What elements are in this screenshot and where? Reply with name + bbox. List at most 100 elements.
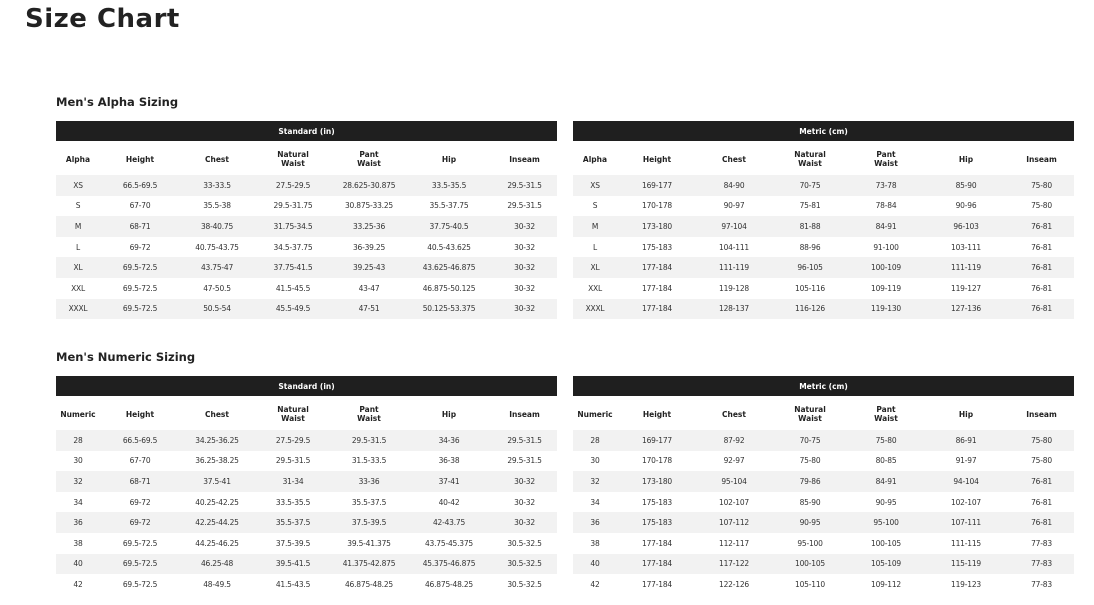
table-caption: Standard (in) (56, 376, 558, 396)
table-row: 28 169-177 87-92 70-75 75-80 86-91 75-80 (573, 430, 1075, 451)
table-cell: 42 (56, 574, 100, 595)
alpha-metric-table: Metric (cm) Alpha Height Chest Natural Waist P… (573, 121, 1075, 320)
table-cell: 43.75-45.375 (406, 532, 492, 554)
table-cell: 40.25-42.25 (180, 491, 254, 513)
table-cell: 44.25-46.25 (180, 532, 254, 554)
table-cell: 68-71 (100, 471, 180, 492)
table-cell: 35.5-38 (180, 195, 254, 217)
table-cell: 70-75 (771, 430, 849, 451)
table-cell: 29.5-31.5 (492, 195, 558, 217)
table-row: L 69-72 40.75-43.75 34.5-37.75 36-39.25 40.5-… (56, 236, 558, 258)
column-header: Height (125, 154, 155, 164)
table-cell: 95-100 (849, 512, 923, 533)
table-cell: 169-177 (617, 430, 697, 451)
table-cell: 43-47 (332, 277, 406, 299)
table-cell: 66.5-69.5 (100, 175, 180, 196)
table-cell: 169-177 (617, 175, 697, 196)
table-cell: 88-96 (771, 236, 849, 258)
table-cell: 36-38 (406, 450, 492, 472)
table-cell: 43.625-46.875 (406, 257, 492, 278)
table-cell: 30-32 (492, 471, 558, 492)
table-cell: 45.375-46.875 (406, 553, 492, 575)
table-cell: 96-105 (771, 257, 849, 278)
table-cell: 111-119 (923, 257, 1009, 278)
table-cell: 35.5-37.75 (406, 195, 492, 217)
column-header: Natural Waist (277, 405, 309, 423)
table-cell: 177-184 (617, 277, 697, 299)
table-cell: 69.5-72.5 (100, 257, 180, 278)
table-cell: 95-104 (697, 471, 771, 492)
column-header: Alpha (65, 154, 91, 164)
table-row: S 170-178 90-97 75-81 78-84 90-96 75-80 (573, 195, 1075, 217)
table-caption: Standard (in) (56, 121, 558, 141)
table-cell: 67-70 (100, 195, 180, 217)
column-header: Natural Waist (794, 405, 826, 423)
table-cell: 122-126 (697, 574, 771, 595)
table-cell: 46.875-48.25 (332, 574, 406, 595)
table-cell: 96-103 (923, 216, 1009, 237)
table-cell: 69.5-72.5 (100, 532, 180, 554)
table-cell: 76-81 (1009, 216, 1075, 237)
table-cell: 119-130 (849, 298, 923, 320)
table-cell: 35.5-37.5 (332, 491, 406, 513)
table-cell: 86-91 (923, 430, 1009, 451)
table-cell: 40-42 (406, 491, 492, 513)
table-cell: 100-105 (771, 553, 849, 575)
table-row: 40 177-184 117-122 100-105 105-109 115-119 77-… (573, 553, 1075, 575)
table-row: 38 69.5-72.5 44.25-46.25 37.5-39.5 39.5-41.3… (56, 532, 558, 554)
table-row: 42 69.5-72.5 48-49.5 41.5-43.5 46.875-48.25 4… (56, 574, 558, 595)
column-header: Height (642, 409, 672, 419)
table-cell: 66.5-69.5 (100, 430, 180, 451)
table-row: 42 177-184 122-126 105-110 109-112 119-123 77-… (573, 574, 1075, 595)
table-cell: XXXL (573, 298, 617, 320)
table-cell: 177-184 (617, 532, 697, 554)
table-cell: 41.375-42.875 (332, 553, 406, 575)
column-header: Inseam (509, 409, 540, 419)
table-cell: 30.5-32.5 (492, 574, 558, 595)
table-cell: 76-81 (1009, 512, 1075, 533)
table-cell: XXL (56, 277, 100, 299)
table-row: M 68-71 38-40.75 31.75-34.5 33.25-36 37.75-40… (56, 216, 558, 237)
table-cell: 105-109 (849, 553, 923, 575)
table-cell: 36.25-38.25 (180, 450, 254, 472)
table-cell: 39.5-41.5 (254, 553, 332, 575)
column-header: Hip (441, 154, 457, 164)
numeric-section-title: Men's Numeric Sizing (56, 350, 196, 364)
table-cell: 37-41 (406, 471, 492, 492)
table-cell: XL (56, 257, 100, 278)
column-header: Pant Waist (357, 150, 381, 168)
table-cell: 75-80 (849, 430, 923, 451)
table-row: 28 66.5-69.5 34.25-36.25 27.5-29.5 29.5-31.5… (56, 430, 558, 451)
table-cell: 75-80 (1009, 450, 1075, 472)
column-header: Height (642, 154, 672, 164)
table-cell: 34-36 (406, 430, 492, 451)
table-cell: 38 (56, 532, 100, 554)
table-cell: 29.5-31.5 (492, 175, 558, 196)
column-header: Alpha (582, 154, 608, 164)
table-cell: 38 (573, 532, 617, 554)
table-cell: 34.25-36.25 (180, 430, 254, 451)
table-cell: 127-136 (923, 298, 1009, 320)
table-cell: 36 (56, 512, 100, 533)
numeric-standard-table: Standard (in) Numeric Height Chest Natural Wa… (56, 376, 558, 595)
table-cell: 81-88 (771, 216, 849, 237)
column-header: Hip (958, 154, 974, 164)
table-cell: XXL (573, 277, 617, 299)
table-cell: 100-105 (849, 532, 923, 554)
table-cell: S (56, 195, 100, 217)
table-cell: 46.25-48 (180, 553, 254, 575)
table-cell: 42 (573, 574, 617, 595)
table-cell: 32 (573, 471, 617, 492)
table-cell: 41.5-45.5 (254, 277, 332, 299)
table-row: 38 177-184 112-117 95-100 100-105 111-115 77-8… (573, 532, 1075, 554)
table-cell: 30-32 (492, 491, 558, 513)
table-cell: 30-32 (492, 216, 558, 237)
table-cell: 80-85 (849, 450, 923, 472)
table-cell: 173-180 (617, 216, 697, 237)
table-cell: 47-51 (332, 298, 406, 320)
table-row: 32 173-180 95-104 79-86 84-91 94-104 76-81 (573, 471, 1075, 492)
table-cell: 31.75-34.5 (254, 216, 332, 237)
column-header: Height (125, 409, 155, 419)
table-cell: 84-91 (849, 471, 923, 492)
table-cell: 50.125-53.375 (406, 298, 492, 320)
